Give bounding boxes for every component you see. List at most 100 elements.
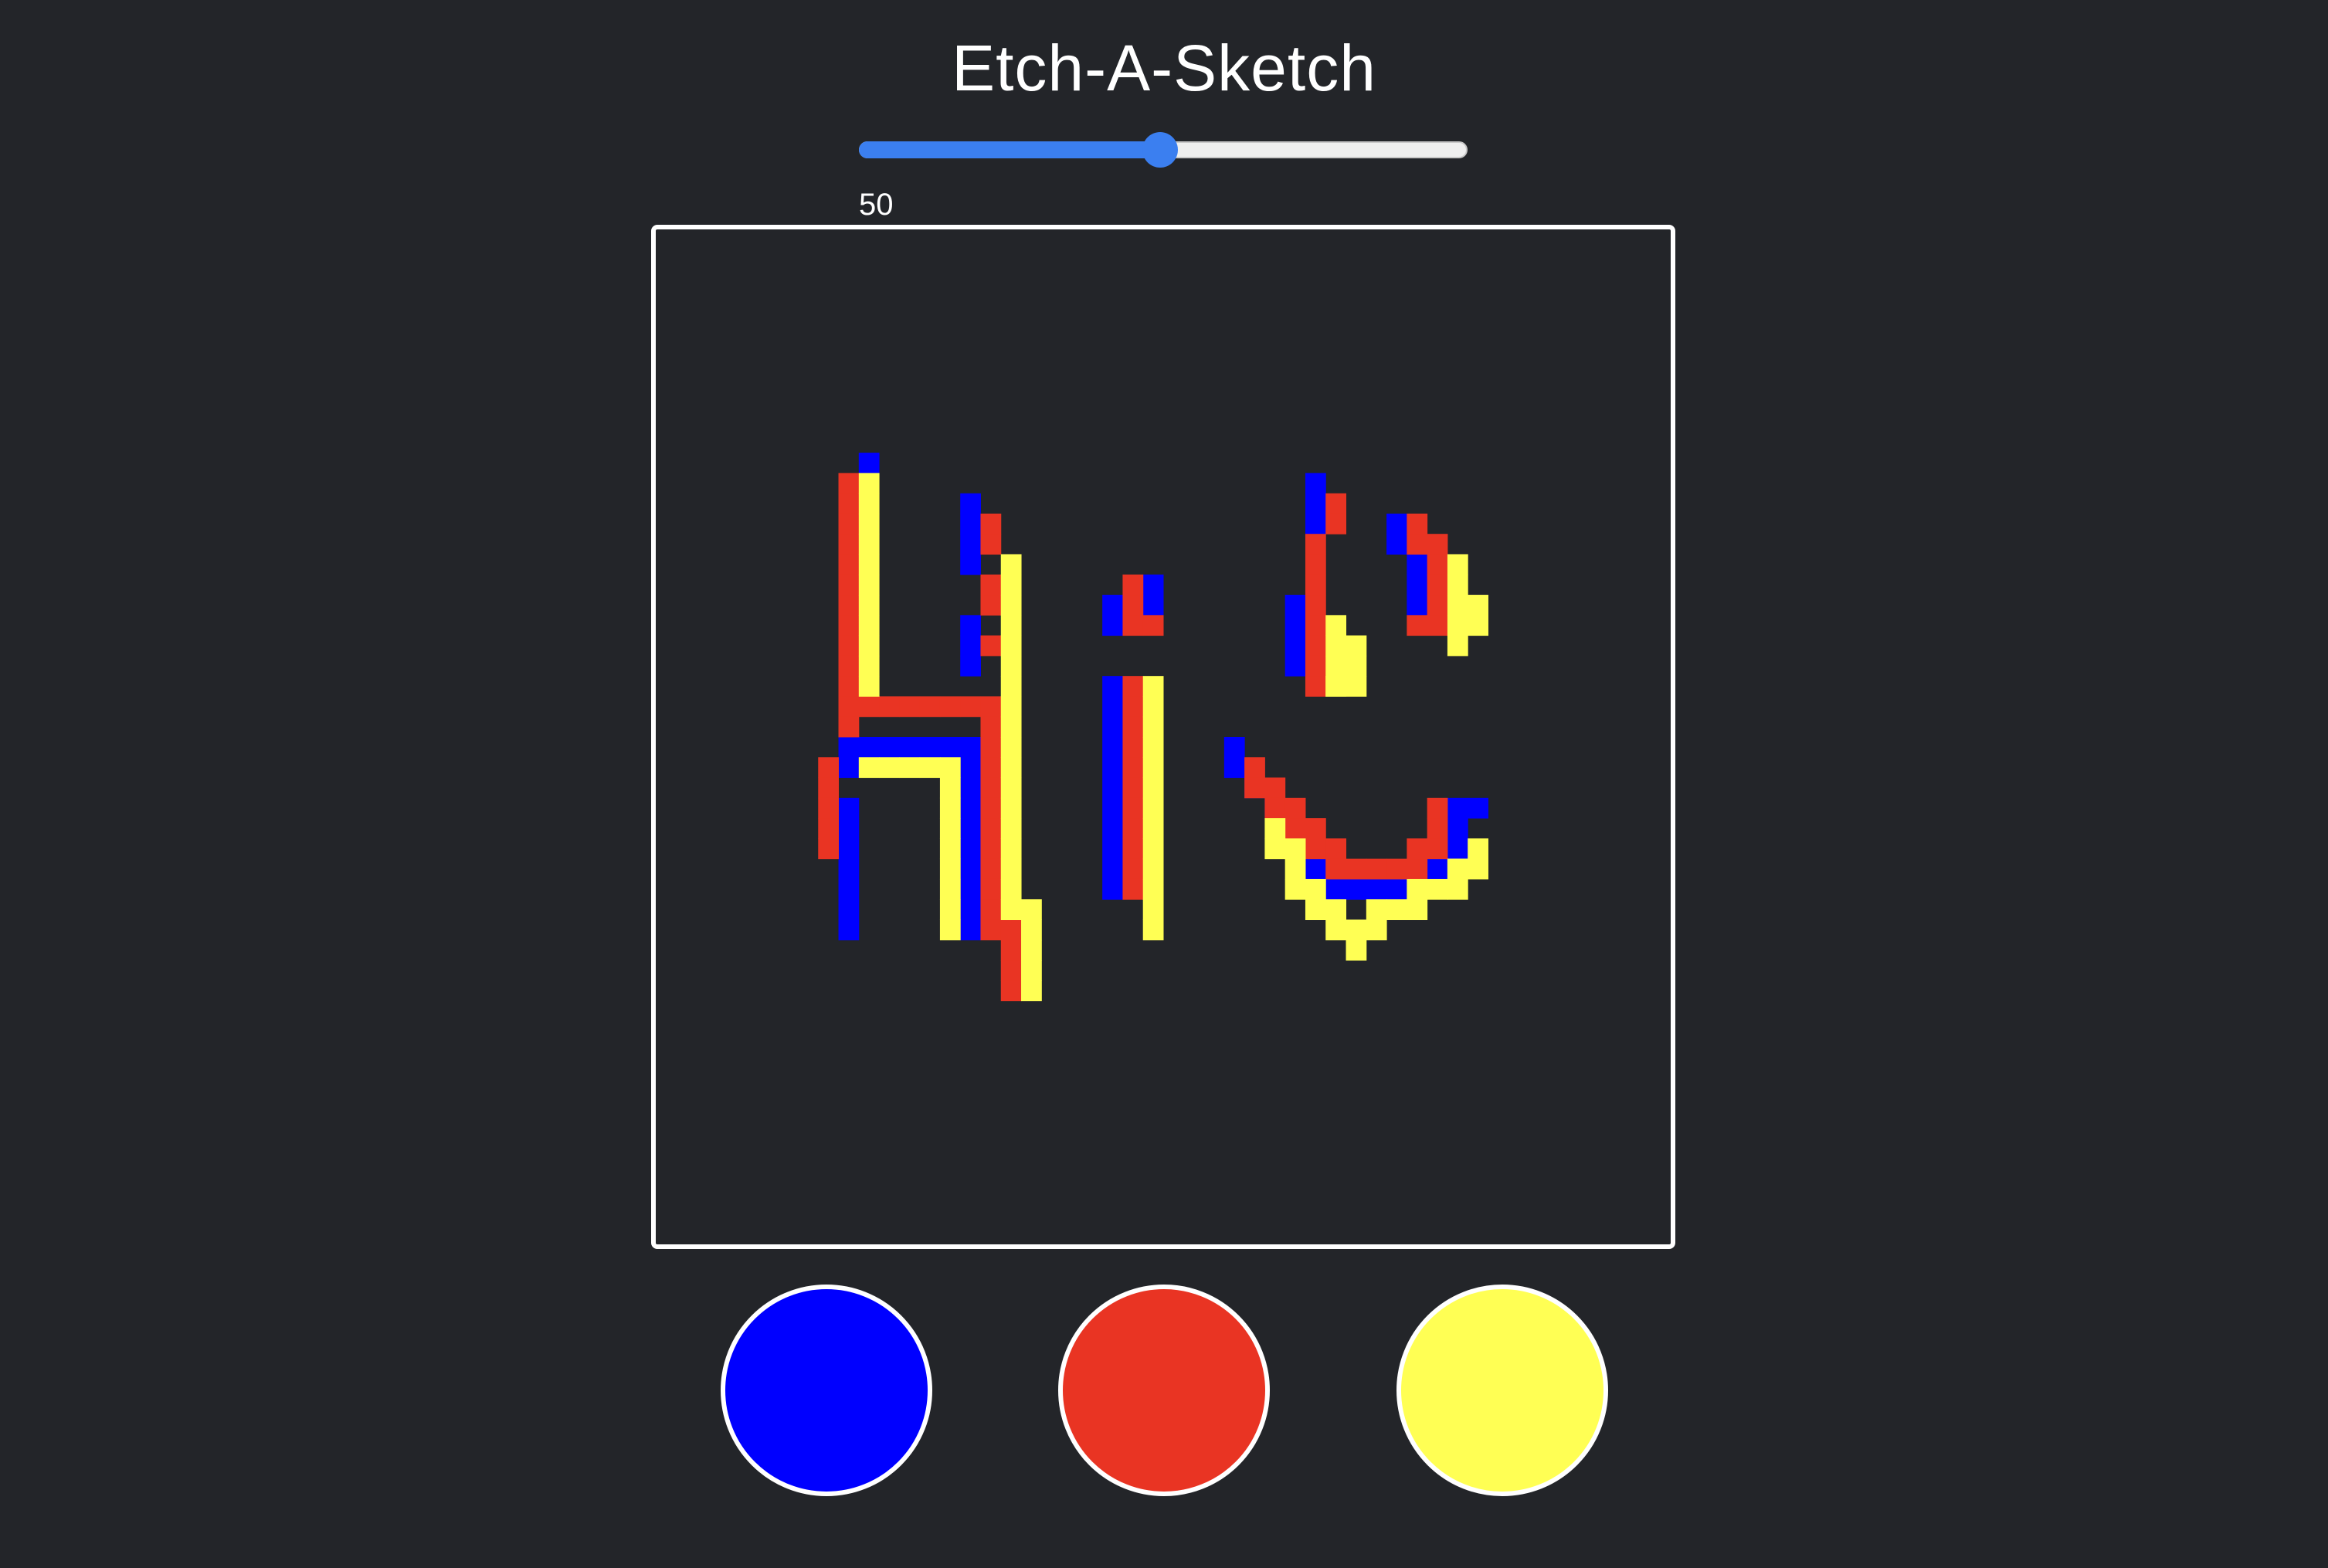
- grid-cell-yellow[interactable]: [939, 858, 961, 880]
- grid-cell-yellow[interactable]: [1142, 716, 1164, 738]
- grid-cell-blue[interactable]: [1223, 757, 1245, 779]
- grid-cell-yellow[interactable]: [1000, 858, 1022, 880]
- grid-cell-yellow[interactable]: [858, 655, 880, 677]
- grid-cell-yellow[interactable]: [1142, 838, 1164, 860]
- grid-cell-yellow[interactable]: [1000, 554, 1022, 575]
- grid-cell-yellow[interactable]: [1000, 676, 1022, 697]
- grid-cell-yellow[interactable]: [1284, 858, 1306, 880]
- grid-cell-red[interactable]: [838, 716, 860, 738]
- grid-cell-red[interactable]: [1427, 595, 1448, 616]
- grid-cell-red[interactable]: [980, 696, 1002, 718]
- grid-cell-red[interactable]: [1122, 838, 1144, 860]
- grid-cell-yellow[interactable]: [1000, 615, 1022, 636]
- grid-cell-yellow[interactable]: [858, 615, 880, 636]
- grid-cell-blue[interactable]: [1305, 513, 1326, 535]
- grid-cell-yellow[interactable]: [1021, 960, 1042, 981]
- grid-cell-yellow[interactable]: [939, 838, 961, 860]
- grid-cell-blue[interactable]: [960, 493, 981, 514]
- grid-cell-red[interactable]: [1407, 858, 1428, 880]
- grid-cell-blue[interactable]: [960, 534, 981, 555]
- grid-cell-red[interactable]: [980, 574, 1002, 596]
- slider-thumb[interactable]: [1142, 132, 1179, 168]
- grid-cell-yellow[interactable]: [1264, 818, 1286, 839]
- grid-cell-red[interactable]: [838, 513, 860, 535]
- grid-cell-yellow[interactable]: [1142, 757, 1164, 779]
- grid-cell-red[interactable]: [1305, 676, 1326, 697]
- grid-cell-blue[interactable]: [960, 635, 981, 657]
- grid-cell-yellow[interactable]: [1447, 595, 1468, 616]
- grid-cell-red[interactable]: [1122, 696, 1144, 718]
- grid-cell-blue[interactable]: [838, 818, 860, 839]
- grid-cell-red[interactable]: [838, 554, 860, 575]
- grid-cell-blue[interactable]: [960, 838, 981, 860]
- grid-cell-yellow[interactable]: [1386, 899, 1407, 921]
- grid-cell-yellow[interactable]: [1000, 737, 1022, 758]
- grid-cell-blue[interactable]: [1102, 595, 1123, 616]
- grid-cell-red[interactable]: [1305, 574, 1326, 596]
- grid-cell-yellow[interactable]: [1142, 737, 1164, 758]
- grid-cell-blue[interactable]: [960, 737, 981, 758]
- grid-cell-red[interactable]: [818, 777, 840, 799]
- grid-cell-red[interactable]: [1122, 878, 1144, 900]
- grid-cell-yellow[interactable]: [939, 797, 961, 819]
- grid-cell-yellow[interactable]: [858, 757, 880, 779]
- grid-cell-red[interactable]: [980, 878, 1002, 900]
- grid-cell-blue[interactable]: [1407, 554, 1428, 575]
- grid-cell-blue[interactable]: [939, 737, 961, 758]
- grid-cell-red[interactable]: [1305, 595, 1326, 616]
- grid-cell-blue[interactable]: [838, 878, 860, 900]
- grid-cell-yellow[interactable]: [899, 757, 921, 779]
- grid-cell-yellow[interactable]: [1468, 858, 1488, 880]
- grid-cell-yellow[interactable]: [1000, 757, 1022, 779]
- grid-cell-yellow[interactable]: [1142, 797, 1164, 819]
- sketch-grid[interactable]: [656, 229, 1671, 1244]
- grid-cell-blue[interactable]: [1102, 777, 1123, 799]
- grid-cell-yellow[interactable]: [1325, 676, 1347, 697]
- grid-cell-blue[interactable]: [1142, 595, 1164, 616]
- grid-cell-blue[interactable]: [1346, 878, 1367, 900]
- grid-cell-yellow[interactable]: [1366, 899, 1387, 921]
- grid-cell-red[interactable]: [838, 473, 860, 494]
- grid-cell-yellow[interactable]: [1468, 595, 1488, 616]
- grid-cell-blue[interactable]: [1102, 797, 1123, 819]
- grid-cell-red[interactable]: [1264, 777, 1286, 799]
- grid-cell-red[interactable]: [1142, 615, 1164, 636]
- grid-cell-yellow[interactable]: [858, 493, 880, 514]
- grid-cell-yellow[interactable]: [1142, 919, 1164, 941]
- grid-cell-blue[interactable]: [1447, 818, 1468, 839]
- grid-cell-red[interactable]: [1122, 757, 1144, 779]
- grid-cell-blue[interactable]: [960, 899, 981, 921]
- grid-cell-yellow[interactable]: [1366, 919, 1387, 941]
- grid-cell-blue[interactable]: [960, 777, 981, 799]
- grid-cell-blue[interactable]: [838, 858, 860, 880]
- grid-cell-yellow[interactable]: [919, 757, 941, 779]
- grid-cell-yellow[interactable]: [1000, 574, 1022, 596]
- grid-cell-yellow[interactable]: [1000, 716, 1022, 738]
- grid-cell-yellow[interactable]: [858, 574, 880, 596]
- grid-cell-red[interactable]: [1407, 838, 1428, 860]
- grid-cell-yellow[interactable]: [1000, 899, 1022, 921]
- grid-cell-blue[interactable]: [1102, 757, 1123, 779]
- grid-cell-red[interactable]: [1122, 797, 1144, 819]
- grid-size-slider[interactable]: [859, 132, 1468, 168]
- grid-cell-red[interactable]: [818, 838, 840, 860]
- grid-cell-blue[interactable]: [838, 737, 860, 758]
- grid-cell-yellow[interactable]: [939, 899, 961, 921]
- grid-cell-red[interactable]: [1366, 858, 1387, 880]
- grid-cell-red[interactable]: [980, 595, 1002, 616]
- grid-cell-red[interactable]: [1000, 960, 1022, 981]
- grid-cell-red[interactable]: [838, 574, 860, 596]
- grid-cell-red[interactable]: [1122, 574, 1144, 596]
- grid-cell-red[interactable]: [1305, 838, 1326, 860]
- grid-cell-yellow[interactable]: [1346, 635, 1367, 657]
- grid-cell-yellow[interactable]: [1284, 878, 1306, 900]
- grid-cell-blue[interactable]: [1102, 838, 1123, 860]
- grid-cell-yellow[interactable]: [1000, 696, 1022, 718]
- grid-cell-red[interactable]: [1386, 858, 1407, 880]
- grid-cell-red[interactable]: [838, 493, 860, 514]
- grid-cell-red[interactable]: [1427, 554, 1448, 575]
- grid-cell-red[interactable]: [1325, 493, 1347, 514]
- grid-cell-yellow[interactable]: [1021, 939, 1042, 961]
- grid-cell-red[interactable]: [980, 716, 1002, 738]
- grid-cell-blue[interactable]: [960, 655, 981, 677]
